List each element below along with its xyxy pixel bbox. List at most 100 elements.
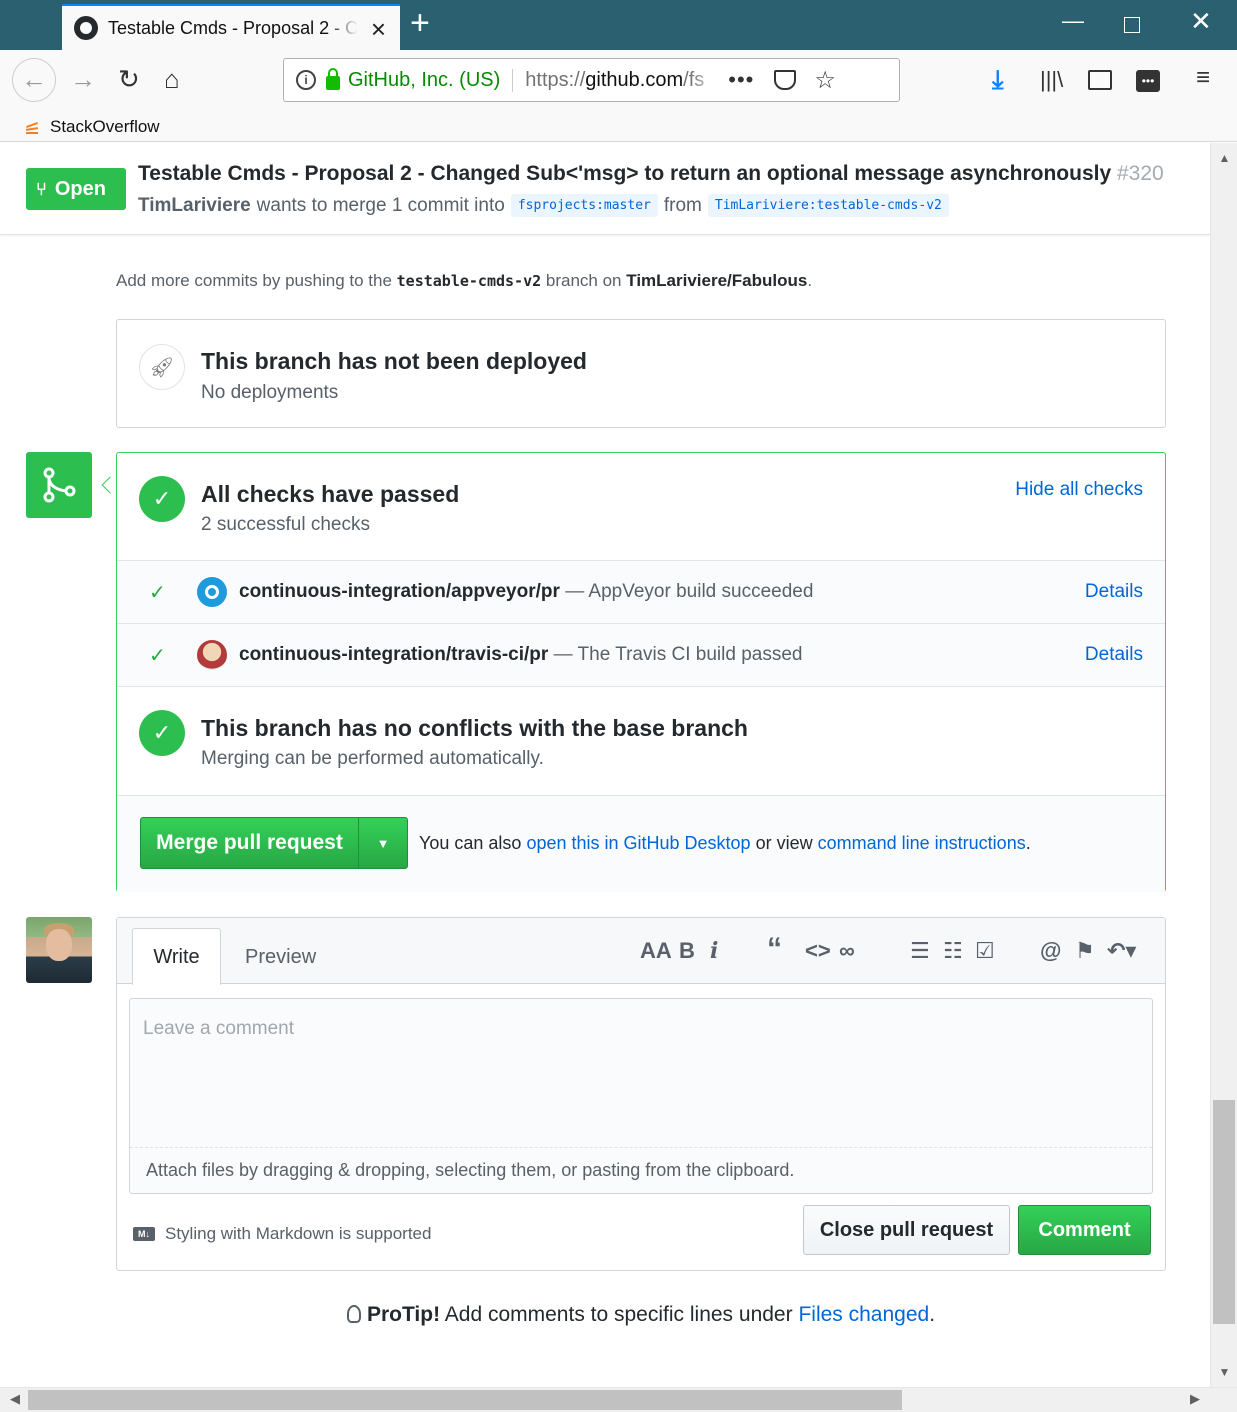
scroll-up-icon[interactable]: ▲ bbox=[1211, 151, 1237, 165]
checks-title: All checks have passed bbox=[201, 481, 460, 507]
merge-button-group: Merge pull request ▼ bbox=[140, 817, 408, 869]
code-icon[interactable]: <> bbox=[805, 938, 831, 964]
github-desktop-link[interactable]: open this in GitHub Desktop bbox=[526, 833, 750, 853]
avatar[interactable] bbox=[26, 917, 92, 983]
attach-files-zone[interactable]: Attach files by dragging & dropping, sel… bbox=[130, 1147, 1152, 1193]
extension-icon[interactable]: ••• bbox=[1136, 70, 1160, 92]
vertical-scrollbar[interactable]: ▲ ▼ bbox=[1210, 143, 1237, 1387]
new-tab-button[interactable]: + bbox=[410, 4, 430, 43]
check-text: continuous-integration/travis-ci/pr — Th… bbox=[239, 644, 803, 665]
deploy-title: This branch has not been deployed bbox=[201, 348, 587, 374]
info-icon[interactable]: i bbox=[296, 70, 316, 90]
close-pull-request-button[interactable]: Close pull request bbox=[803, 1205, 1010, 1255]
reload-icon[interactable]: ↻ bbox=[118, 64, 140, 95]
comment-textarea[interactable]: Leave a comment Attach files by dragging… bbox=[129, 998, 1153, 1194]
lock-icon bbox=[326, 68, 340, 90]
check-icon: ✓ bbox=[149, 644, 166, 667]
conflicts-section: ✓ This branch has no conflicts with the … bbox=[117, 687, 1165, 796]
pr-title: Testable Cmds - Proposal 2 - Changed Sub… bbox=[138, 162, 1164, 185]
minimize-icon[interactable]: — bbox=[1062, 8, 1084, 34]
url-bar[interactable]: i GitHub, Inc. (US) https://github.com/f… bbox=[283, 58, 900, 102]
check-details-link[interactable]: Details bbox=[1085, 581, 1143, 603]
stackoverflow-icon bbox=[24, 118, 40, 136]
pr-sticky-header: ⑂ Open Testable Cmds - Proposal 2 - Chan… bbox=[0, 143, 1210, 235]
deploy-subtitle: No deployments bbox=[201, 382, 339, 403]
window-titlebar: Testable Cmds - Proposal 2 - Ch × + — ✕ bbox=[0, 0, 1237, 50]
page-actions-icon[interactable]: ••• bbox=[728, 67, 754, 93]
numbered-list-icon[interactable]: ☷ bbox=[943, 938, 963, 964]
scrollbar-thumb[interactable] bbox=[28, 1390, 902, 1410]
sidebar-icon[interactable] bbox=[1088, 70, 1112, 90]
comment-button[interactable]: Comment bbox=[1018, 1205, 1151, 1255]
tab-close-icon[interactable]: × bbox=[371, 14, 386, 45]
bookmarks-toolbar: StackOverflow bbox=[0, 112, 1237, 142]
downloads-icon[interactable]: ⤓ bbox=[992, 64, 1004, 96]
conflicts-title: This branch has no conflicts with the ba… bbox=[201, 715, 748, 741]
travis-ci-icon bbox=[197, 640, 227, 670]
pr-state-badge: ⑂ Open bbox=[26, 168, 126, 210]
light-bulb-icon bbox=[346, 1305, 361, 1323]
conflicts-subtitle: Merging can be performed automatically. bbox=[201, 748, 544, 769]
github-favicon-icon bbox=[74, 16, 98, 40]
rocket-icon: 🚀︎ bbox=[139, 344, 185, 390]
files-changed-link[interactable]: Files changed bbox=[798, 1303, 929, 1326]
forward-icon[interactable]: → bbox=[70, 64, 96, 95]
text-size-icon[interactable]: AA bbox=[640, 938, 672, 964]
horizontal-scrollbar[interactable]: ◀ ▶ bbox=[0, 1387, 1237, 1412]
merge-status-icon bbox=[26, 452, 92, 518]
bookmark-star-icon[interactable]: ☆ bbox=[814, 66, 836, 95]
merge-pull-request-button[interactable]: Merge pull request bbox=[141, 818, 359, 868]
site-identity[interactable]: GitHub, Inc. (US) bbox=[348, 68, 514, 92]
scrollbar-thumb[interactable] bbox=[1213, 1100, 1235, 1324]
tab-write[interactable]: Write bbox=[132, 928, 221, 985]
bookmark-stackoverflow[interactable]: StackOverflow bbox=[50, 117, 160, 137]
check-icon: ✓ bbox=[149, 581, 166, 604]
browser-tab[interactable]: Testable Cmds - Proposal 2 - Ch × bbox=[62, 4, 400, 50]
base-branch-tag[interactable]: fsprojects:master bbox=[510, 194, 658, 217]
checks-subtitle: 2 successful checks bbox=[201, 514, 370, 535]
pr-number: #320 bbox=[1117, 162, 1164, 185]
mention-icon[interactable]: @ bbox=[1040, 938, 1061, 964]
markdown-icon: M↓ bbox=[133, 1227, 155, 1241]
check-passed-icon: ✓ bbox=[139, 476, 185, 522]
url-text[interactable]: https://github.com/fs bbox=[525, 69, 720, 92]
pocket-icon[interactable] bbox=[774, 70, 797, 90]
pull-request-icon: ⑂ bbox=[36, 178, 47, 199]
merge-method-dropdown-icon[interactable]: ▼ bbox=[359, 818, 407, 868]
task-list-icon[interactable]: ☑ bbox=[975, 938, 995, 964]
check-row-appveyor: ✓ continuous-integration/appveyor/pr — A… bbox=[117, 561, 1165, 624]
italic-icon[interactable]: i bbox=[710, 938, 718, 964]
git-merge-icon bbox=[43, 467, 76, 503]
head-branch-tag[interactable]: TimLariviere:testable-cmds-v2 bbox=[707, 194, 949, 217]
maximize-icon[interactable] bbox=[1124, 17, 1140, 33]
home-icon[interactable]: ⌂ bbox=[164, 64, 180, 95]
deployment-status-box: 🚀︎ This branch has not been deployed No … bbox=[116, 319, 1166, 428]
hide-all-checks-link[interactable]: Hide all checks bbox=[1015, 479, 1143, 501]
markdown-help-link[interactable]: Styling with Markdown is supported bbox=[165, 1224, 431, 1244]
menu-icon[interactable]: ≡ bbox=[1196, 64, 1210, 92]
appveyor-icon bbox=[197, 577, 227, 607]
quote-icon[interactable]: “ bbox=[767, 932, 782, 966]
window-close-icon[interactable]: ✕ bbox=[1190, 6, 1212, 37]
bookmark-icon[interactable]: ⚑ bbox=[1075, 938, 1095, 964]
back-icon[interactable]: ← bbox=[12, 58, 56, 102]
merge-box: ✓ All checks have passed 2 successful ch… bbox=[116, 452, 1166, 892]
scroll-right-icon[interactable]: ▶ bbox=[1190, 1391, 1200, 1407]
tab-title: Testable Cmds - Proposal 2 - Ch bbox=[108, 17, 358, 38]
pr-author-link[interactable]: TimLariviere bbox=[138, 195, 251, 217]
reply-icon[interactable]: ↶▾ bbox=[1107, 938, 1136, 964]
check-row-travis: ✓ continuous-integration/travis-ci/pr — … bbox=[117, 624, 1165, 687]
check-details-link[interactable]: Details bbox=[1085, 644, 1143, 666]
scroll-down-icon[interactable]: ▼ bbox=[1211, 1365, 1237, 1379]
scroll-left-icon[interactable]: ◀ bbox=[10, 1391, 20, 1407]
bulleted-list-icon[interactable]: ☰ bbox=[910, 938, 930, 964]
check-passed-icon: ✓ bbox=[139, 710, 185, 756]
library-icon[interactable]: |||\ bbox=[1040, 67, 1063, 93]
bold-icon[interactable]: B bbox=[679, 938, 695, 964]
merge-actions: Merge pull request ▼ You can also open t… bbox=[117, 796, 1165, 892]
link-icon[interactable]: ∞ bbox=[839, 938, 855, 964]
pr-meta: TimLariviere wants to merge 1 commit int… bbox=[138, 194, 955, 217]
command-line-link[interactable]: command line instructions bbox=[818, 833, 1026, 853]
tab-preview[interactable]: Preview bbox=[245, 946, 316, 969]
comment-placeholder: Leave a comment bbox=[143, 1018, 295, 1039]
